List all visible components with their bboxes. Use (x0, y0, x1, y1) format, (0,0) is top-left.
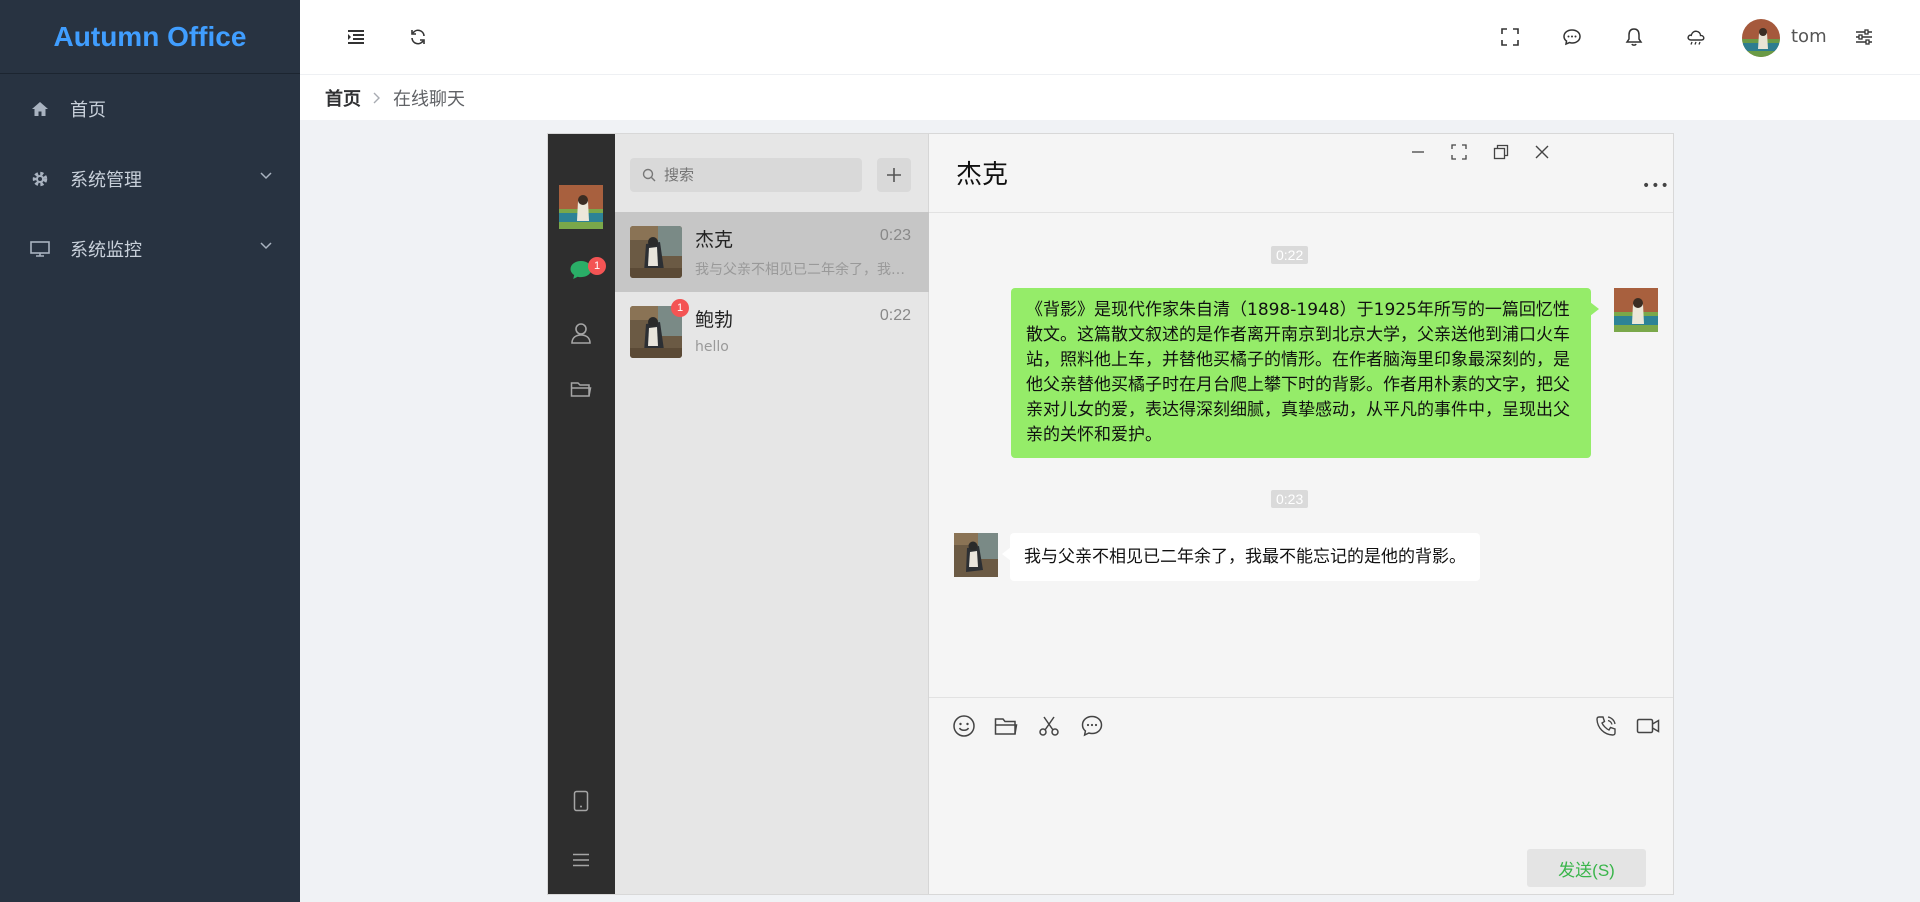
add-chat-button[interactable] (877, 158, 911, 192)
fullscreen-icon[interactable] (1446, 139, 1472, 165)
my-avatar[interactable] (559, 185, 603, 229)
folder-icon[interactable] (992, 712, 1020, 740)
emoji-icon[interactable] (950, 712, 978, 740)
contacts-icon[interactable] (568, 320, 594, 346)
chat-contact-title: 杰克 (956, 160, 1009, 190)
contact-message-avatar (954, 533, 998, 577)
refresh-icon[interactable] (405, 24, 431, 50)
bell-icon[interactable] (1621, 24, 1647, 50)
monitor-icon (30, 239, 50, 259)
conversation-preview: 我与父亲不相见已二年余了，我最不能忘记的是他的背影。 (695, 262, 905, 278)
chat-panel: 杰克 ••• 0:22 《背影》是现代作家朱自清（1898-1948）于1925… (929, 134, 1673, 894)
search-icon (642, 168, 656, 182)
message-bubble-other: 我与父亲不相见已二年余了，我最不能忘记的是他的背影。 (1002, 533, 1480, 581)
breadcrumb-home[interactable]: 首页 (325, 85, 361, 111)
breadcrumb-separator-icon (373, 92, 381, 104)
message-input[interactable] (944, 754, 1658, 834)
plus-icon (887, 168, 901, 182)
sidebar-item-label: 首页 (70, 100, 106, 121)
chat-icon[interactable] (1559, 24, 1585, 50)
chevron-down-icon (260, 242, 272, 250)
conversation-name: 鲍勃 (695, 309, 734, 331)
message-bubble-self: 《背影》是现代作家朱自清（1898-1948）于1925年所写的一篇回忆性散文。… (1011, 288, 1599, 458)
unread-badge: 1 (671, 299, 689, 317)
contact-avatar (630, 226, 682, 278)
conversation-preview: hello (695, 339, 729, 355)
app-logo[interactable]: Autumn Office (0, 0, 300, 74)
username[interactable]: tom (1791, 26, 1827, 47)
search-input[interactable] (664, 166, 844, 184)
user-avatar[interactable] (1742, 19, 1780, 57)
message-area: 0:22 《背影》是现代作家朱自清（1898-1948）于1925年所写的一篇回… (929, 212, 1673, 698)
sidebar-item-system-monitor[interactable]: 系统监控 (0, 214, 300, 284)
weather-icon[interactable] (1683, 24, 1709, 50)
conversation-time: 0:23 (879, 227, 911, 244)
conversation-time: 0:22 (879, 307, 911, 324)
sidebar-item-system-management[interactable]: 系统管理 (0, 144, 300, 214)
chat-rail: 1 (548, 134, 615, 894)
conversation-name: 杰克 (695, 229, 734, 251)
settings-sliders-icon[interactable] (1851, 24, 1877, 50)
app-title: Autumn Office (53, 20, 247, 52)
top-header: tom (300, 0, 1920, 75)
message-timestamp: 0:23 (1271, 490, 1309, 508)
send-button[interactable]: 发送(S) (1527, 849, 1646, 887)
sidebar-item-label: 系统监控 (70, 240, 142, 261)
folder-icon[interactable] (568, 376, 594, 402)
menu-fold-icon[interactable] (343, 24, 369, 50)
my-message-avatar (1614, 288, 1658, 332)
conversation-list: 杰克 0:23 我与父亲不相见已二年余了，我最不能忘记的是他的背影。 1 鲍勃 … (615, 134, 929, 894)
restore-window-icon[interactable] (1488, 139, 1514, 165)
breadcrumb: 首页 在线聊天 (300, 75, 1920, 120)
mobile-icon[interactable] (568, 788, 594, 814)
chevron-down-icon (260, 172, 272, 180)
fullscreen-icon[interactable] (1497, 24, 1523, 50)
close-icon[interactable] (1529, 139, 1555, 165)
video-call-icon[interactable] (1634, 712, 1662, 740)
breadcrumb-current: 在线聊天 (393, 88, 465, 110)
sidebar-item-label: 系统管理 (70, 170, 142, 191)
more-options-icon[interactable]: ••• (1642, 178, 1670, 194)
message-timestamp: 0:22 (1271, 246, 1309, 264)
minimize-icon[interactable] (1405, 139, 1431, 165)
voice-call-icon[interactable] (1592, 712, 1620, 740)
home-icon (30, 99, 50, 119)
gear-icon (30, 169, 50, 189)
unread-badge: 1 (588, 257, 606, 275)
conversation-item[interactable]: 1 鲍勃 0:22 hello (615, 292, 929, 372)
sidebar-item-home[interactable]: 首页 (0, 74, 300, 144)
search-box[interactable] (630, 158, 862, 192)
conversation-item[interactable]: 杰克 0:23 我与父亲不相见已二年余了，我最不能忘记的是他的背影。 (615, 212, 929, 292)
scissors-icon[interactable] (1035, 712, 1063, 740)
menu-icon[interactable] (568, 847, 594, 873)
chat-history-icon[interactable] (1078, 712, 1106, 740)
sidebar: Autumn Office 首页 系统管理 系统监控 (0, 0, 300, 902)
chat-window: 1 搜索 杰克 0:23 我与父亲不相见已二年余了，我最 1 鲍勃 0:22 h… (547, 133, 1674, 895)
